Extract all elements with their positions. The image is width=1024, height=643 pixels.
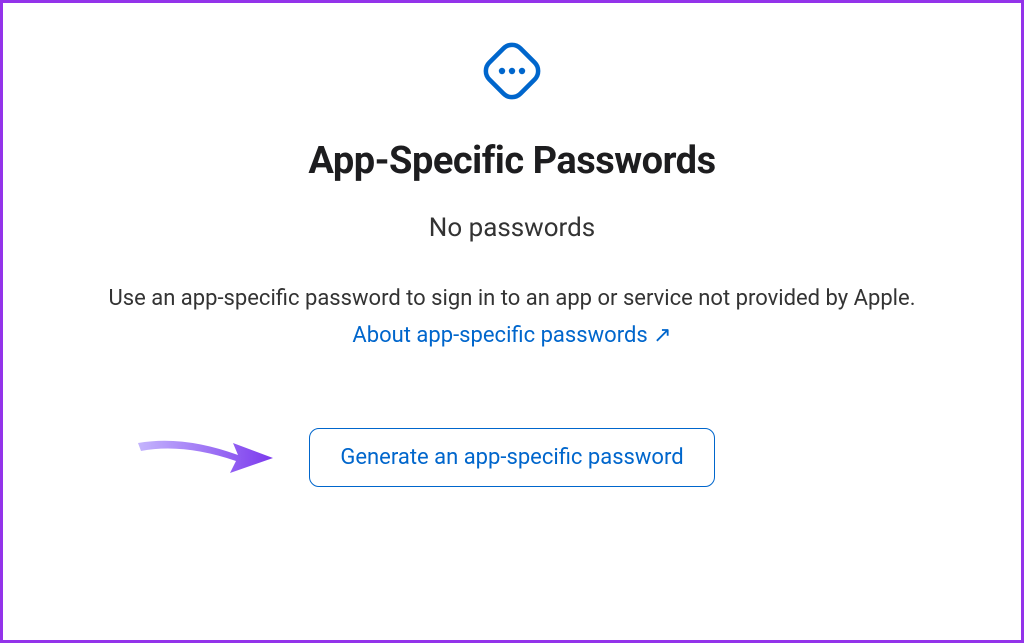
learn-more-link[interactable]: About app-specific passwords ↗ xyxy=(352,323,671,348)
password-count-status: No passwords xyxy=(429,213,595,243)
generate-password-button[interactable]: Generate an app-specific password xyxy=(309,428,714,487)
more-options-icon xyxy=(472,31,552,111)
button-row: Generate an app-specific password xyxy=(3,428,1021,487)
page-title: App-Specific Passwords xyxy=(308,139,715,183)
annotation-arrow-icon xyxy=(133,425,283,489)
description-text: Use an app-specific password to sign in … xyxy=(108,283,915,315)
